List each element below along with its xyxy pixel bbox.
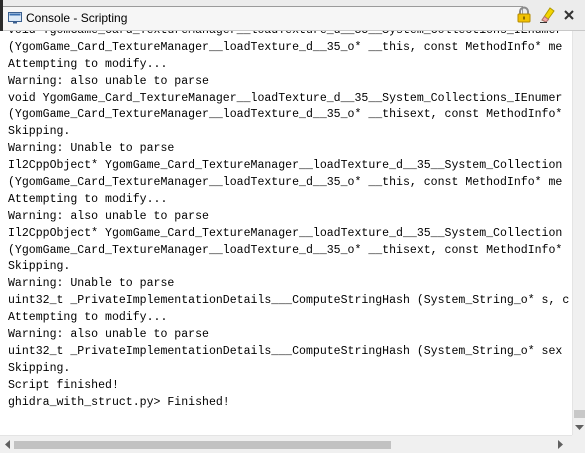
console-window-icon xyxy=(8,11,22,24)
console-line: Warning: also unable to parse xyxy=(8,328,209,342)
console-line: (YgomGame_Card_TextureManager__loadTextu… xyxy=(8,176,563,190)
vertical-scrollbar[interactable] xyxy=(572,31,585,435)
console-line: void YgomGame_Card_TextureManager__loadT… xyxy=(8,91,563,105)
scroll-left-button[interactable] xyxy=(2,439,12,451)
console-line: (YgomGame_Card_TextureManager__loadTextu… xyxy=(8,243,563,257)
console-line: Warning: also unable to parse xyxy=(8,74,209,88)
window-title: Console - Scripting xyxy=(26,11,128,25)
console-line: Skipping. xyxy=(8,361,71,375)
console-line: Attempting to modify... xyxy=(8,57,168,71)
scroll-right-button[interactable] xyxy=(556,439,566,451)
console-line: Script finished! xyxy=(8,378,119,392)
console-text: void YgomGame_Card_TextureManager__loadT… xyxy=(8,31,569,411)
console-line: Attempting to modify... xyxy=(8,311,168,325)
console-line: Il2CppObject* YgomGame_Card_TextureManag… xyxy=(8,159,563,173)
console-line: Skipping. xyxy=(8,125,71,139)
console-line: Skipping. xyxy=(8,260,71,274)
vertical-scroll-thumb[interactable] xyxy=(574,410,585,418)
console-line: Warning: also unable to parse xyxy=(8,209,209,223)
horizontal-scrollbar[interactable] xyxy=(0,435,572,453)
arrow-right-icon xyxy=(558,436,564,453)
arrow-left-icon xyxy=(4,436,10,453)
eraser-icon xyxy=(539,6,555,28)
console-line: (YgomGame_Card_TextureManager__loadTextu… xyxy=(8,108,563,122)
arrow-down-icon xyxy=(574,418,584,436)
title-bar: Console - Scripting xyxy=(0,0,585,31)
console-window: Console - Scripting (YgomGame_Card_Textu… xyxy=(0,0,585,453)
lock-icon xyxy=(516,6,532,28)
console-line: (YgomGame_Card_TextureManager__loadTextu… xyxy=(8,40,563,54)
close-icon xyxy=(563,8,575,26)
lock-button[interactable] xyxy=(515,6,533,28)
console-line: uint32_t _PrivateImplementationDetails__… xyxy=(8,344,563,358)
console-output[interactable]: void YgomGame_Card_TextureManager__loadT… xyxy=(0,31,572,435)
console-line: Warning: Unable to parse xyxy=(8,142,175,156)
clear-console-button[interactable] xyxy=(538,6,556,28)
horizontal-scroll-thumb[interactable] xyxy=(14,441,391,449)
console-line: ghidra_with_struct.py> Finished! xyxy=(8,395,230,409)
console-line: void YgomGame_Card_TextureManager__loadT… xyxy=(8,31,569,40)
scrollbar-corner xyxy=(572,435,585,453)
close-button[interactable] xyxy=(560,8,578,26)
scroll-down-button[interactable] xyxy=(573,421,585,433)
console-line: Attempting to modify... xyxy=(8,192,168,206)
console-line: Il2CppObject* YgomGame_Card_TextureManag… xyxy=(8,226,563,240)
console-line: uint32_t _PrivateImplementationDetails__… xyxy=(8,294,570,308)
console-line: Warning: Unable to parse xyxy=(8,277,175,291)
